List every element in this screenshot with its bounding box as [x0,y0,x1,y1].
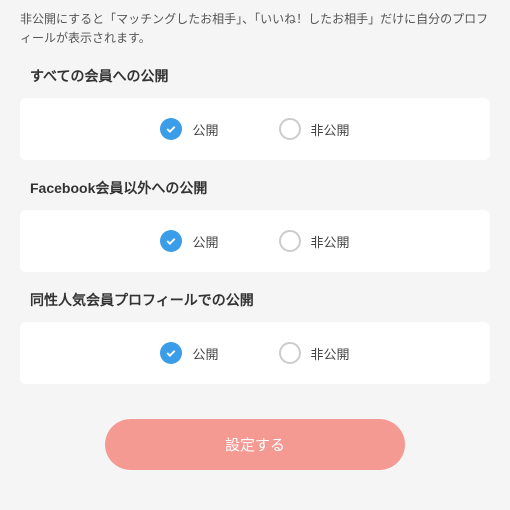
radio-private[interactable]: 非公開 [279,230,350,252]
radio-public-label: 公開 [192,232,218,251]
radio-private-label: 非公開 [311,120,350,139]
radio-private-label: 非公開 [311,344,350,363]
radio-private[interactable]: 非公開 [279,118,350,140]
option-card: 公開 非公開 [20,98,490,160]
circle-icon [279,118,301,140]
option-card: 公開 非公開 [20,322,490,384]
check-icon [160,342,182,364]
description-text: 非公開にすると「マッチングしたお相手」、「いいね！したお相手」だけに自分のプロフ… [20,10,490,48]
section-all-members: すべての会員への公開 公開 非公開 [20,66,490,160]
radio-private-label: 非公開 [311,232,350,251]
section-facebook: Facebook会員以外への公開 公開 非公開 [20,178,490,272]
radio-public-label: 公開 [192,344,218,363]
circle-icon [279,342,301,364]
section-popular-profile: 同性人気会員プロフィールでの公開 公開 非公開 [20,290,490,384]
radio-public-label: 公開 [192,120,218,139]
check-icon [160,230,182,252]
check-icon [160,118,182,140]
radio-public[interactable]: 公開 [160,342,218,364]
section-title: 同性人気会員プロフィールでの公開 [20,290,490,310]
section-title: Facebook会員以外への公開 [20,178,490,198]
radio-public[interactable]: 公開 [160,230,218,252]
section-title: すべての会員への公開 [20,66,490,86]
circle-icon [279,230,301,252]
submit-button[interactable]: 設定する [105,419,405,470]
radio-private[interactable]: 非公開 [279,342,350,364]
radio-public[interactable]: 公開 [160,118,218,140]
option-card: 公開 非公開 [20,210,490,272]
